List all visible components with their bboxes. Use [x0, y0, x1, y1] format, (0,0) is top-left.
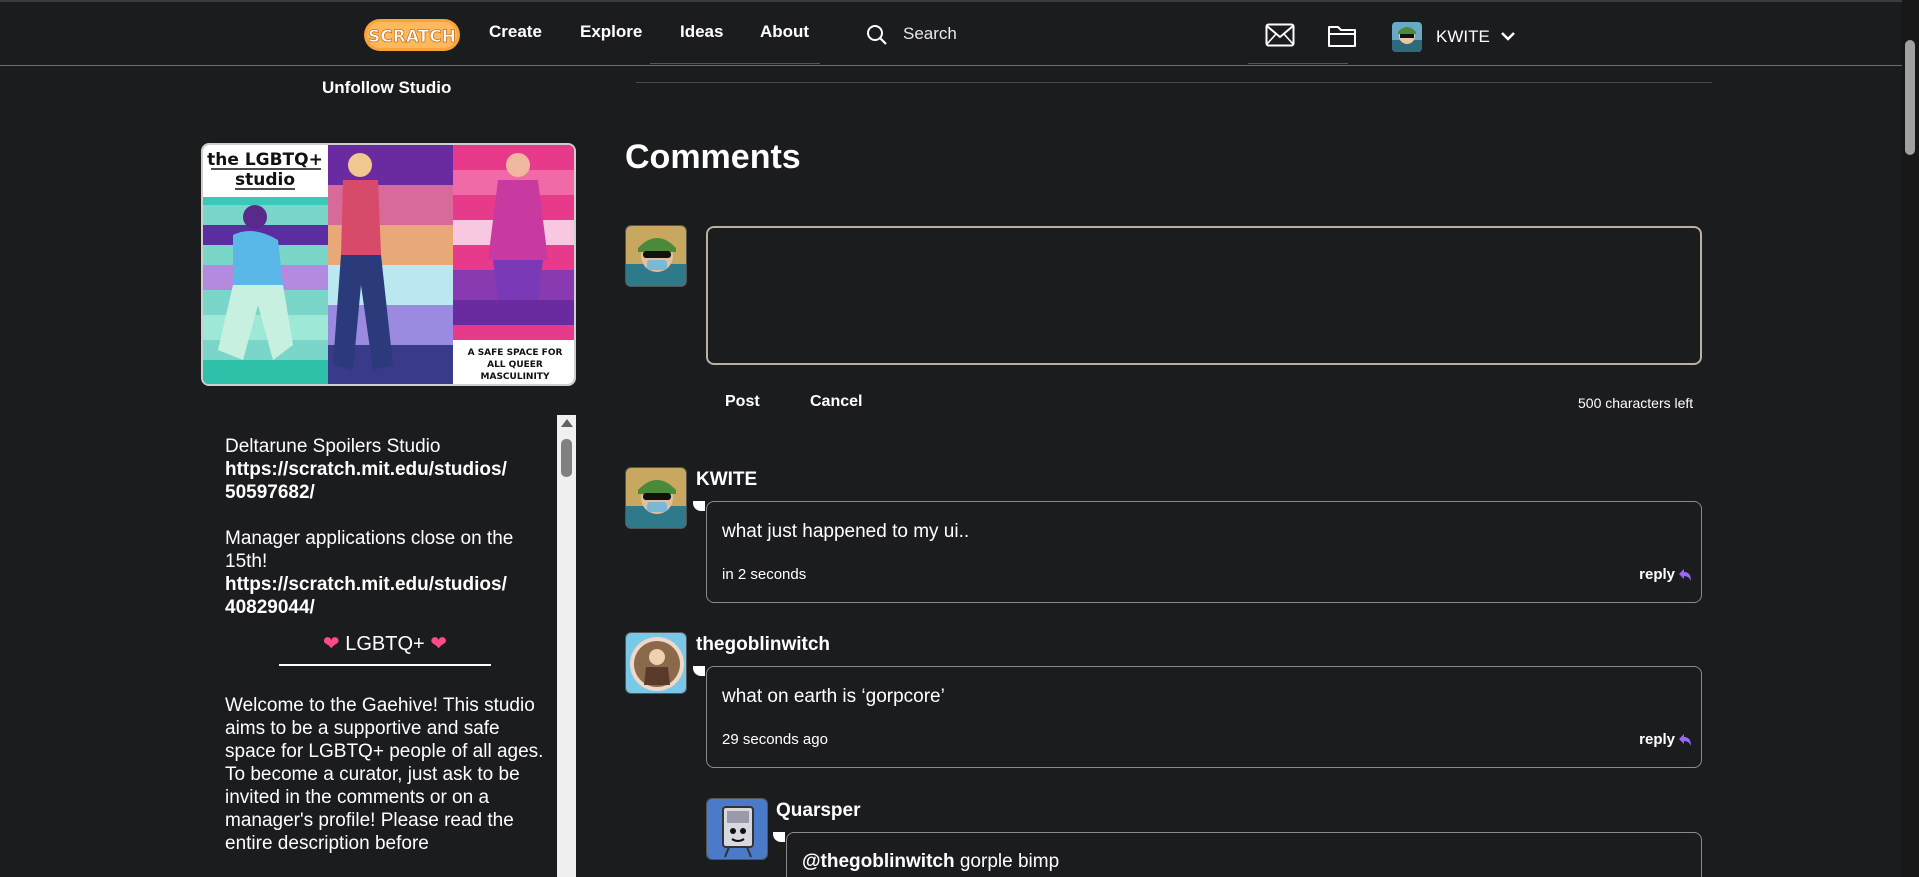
- reply-button[interactable]: reply: [1639, 731, 1675, 748]
- avatar[interactable]: [625, 225, 687, 287]
- description-welcome: Welcome to the Gaehive! This studio aims…: [225, 695, 544, 854]
- description-link[interactable]: https://scratch.mit.edu/studios/: [225, 574, 507, 595]
- section-divider: [636, 82, 1712, 83]
- comment-time: 29 seconds ago: [722, 731, 828, 748]
- comment-text: what on earth is ‘gorpcore’: [722, 686, 945, 707]
- comment-tail: [693, 666, 705, 676]
- characters-left: 500 characters left: [1578, 395, 1694, 411]
- comment-tail: [693, 501, 705, 511]
- comment-author[interactable]: thegoblinwitch: [696, 634, 830, 656]
- comment-mention[interactable]: @thegoblinwitch: [802, 851, 955, 872]
- logo-text: SCRATCH: [368, 27, 456, 47]
- avatar[interactable]: [625, 467, 687, 529]
- avatar[interactable]: [706, 798, 768, 860]
- heart-icon: ❤: [430, 633, 448, 655]
- comment-tail: [773, 832, 785, 842]
- reply-icon[interactable]: [1678, 733, 1693, 747]
- description-line: Manager applications close on the 15th!: [225, 528, 514, 572]
- thumbnail-title-line2: studio: [235, 170, 295, 190]
- description-line: Deltarune Spoilers Studio: [225, 436, 441, 457]
- page-scrollbar-thumb[interactable]: [1905, 40, 1915, 155]
- description-heading: LGBTQ+: [345, 633, 425, 655]
- nav-about[interactable]: About: [760, 22, 809, 42]
- chevron-down-icon[interactable]: [1500, 30, 1516, 42]
- top-navigation-bar: SCRATCH Create Explore Ideas About Searc…: [0, 0, 1902, 66]
- messages-icon[interactable]: [1265, 23, 1295, 47]
- description-scrollbar-thumb[interactable]: [561, 439, 572, 477]
- studio-thumbnail: the LGBTQ+ studio A SAFE SPACE FOR ALL Q…: [201, 143, 576, 386]
- comment-time: in 2 seconds: [722, 566, 807, 583]
- tab-edge: [650, 63, 820, 64]
- comment-bubble: what just happened to my ui.. in 2 secon…: [706, 501, 1702, 603]
- cancel-button[interactable]: Cancel: [810, 393, 862, 411]
- comment-textarea[interactable]: [706, 226, 1702, 365]
- nav-user-avatar[interactable]: [1392, 22, 1422, 52]
- tab-edge: [1248, 63, 1348, 64]
- thumbnail-caption-line1: A SAFE SPACE FOR: [468, 348, 563, 358]
- nav-explore[interactable]: Explore: [580, 22, 642, 42]
- thumbnail-caption-line3: MASCULINITY: [481, 372, 550, 382]
- reply-button[interactable]: reply: [1639, 566, 1675, 583]
- thumbnail-caption-line2: ALL QUEER: [487, 360, 543, 370]
- unfollow-studio-button[interactable]: Unfollow Studio: [322, 78, 451, 98]
- my-stuff-folder-icon[interactable]: [1327, 22, 1357, 48]
- comment-bubble: @thegoblinwitch gorple bimp: [786, 832, 1702, 877]
- description-link[interactable]: 50597682/: [225, 482, 315, 503]
- search-icon[interactable]: [866, 24, 888, 46]
- description-link[interactable]: 40829044/: [225, 597, 315, 618]
- reply-icon[interactable]: [1678, 568, 1693, 582]
- thumbnail-title-line1: the LGBTQ+: [207, 150, 323, 170]
- post-button[interactable]: Post: [725, 393, 760, 411]
- description-scrollbar[interactable]: [557, 415, 576, 877]
- comment-author[interactable]: Quarsper: [776, 800, 860, 822]
- scratch-logo[interactable]: SCRATCH: [363, 16, 461, 54]
- avatar[interactable]: [625, 632, 687, 694]
- nav-username[interactable]: KWITE: [1436, 27, 1490, 47]
- studio-description: Deltarune Spoilers Studio https://scratc…: [201, 415, 576, 877]
- nav-create[interactable]: Create: [489, 22, 542, 42]
- comment-author[interactable]: KWITE: [696, 469, 757, 491]
- comment-text: what just happened to my ui..: [722, 521, 970, 542]
- heart-icon: ❤: [322, 633, 340, 655]
- nav-ideas[interactable]: Ideas: [680, 22, 723, 42]
- description-link[interactable]: https://scratch.mit.edu/studios/: [225, 459, 507, 480]
- comments-heading: Comments: [625, 138, 801, 176]
- scroll-up-arrow-icon[interactable]: [561, 419, 573, 427]
- comment-text: gorple bimp: [959, 851, 1060, 872]
- description-divider: [279, 664, 491, 666]
- search-input[interactable]: Search: [903, 24, 957, 44]
- comment-bubble: what on earth is ‘gorpcore’ 29 seconds a…: [706, 666, 1702, 768]
